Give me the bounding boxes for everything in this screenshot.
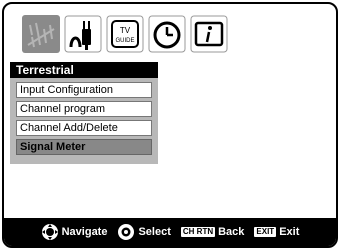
hint-back: CH RTN Back xyxy=(180,226,245,238)
info-icon xyxy=(190,15,228,53)
menu-item-channel-add-delete[interactable]: Channel Add/Delete xyxy=(16,120,152,136)
hint-select: Select xyxy=(117,223,171,241)
tab-antenna[interactable] xyxy=(22,15,60,53)
select-label: Select xyxy=(138,226,171,238)
menu-item-channel-program[interactable]: Channel program xyxy=(16,101,152,117)
antenna-icon xyxy=(22,15,60,53)
navigate-label: Navigate xyxy=(61,226,108,238)
select-button-icon xyxy=(118,224,135,240)
tab-clock[interactable] xyxy=(148,15,186,53)
exit-key-icon: EXIT xyxy=(254,227,277,237)
tab-info[interactable] xyxy=(190,15,228,53)
clock-icon xyxy=(148,15,186,53)
tv-guide-icon: TV GUIDE xyxy=(106,15,144,53)
tv-menu-frame: TV GUIDE Terrestrial Input Configuration… xyxy=(2,2,338,248)
plug-icon xyxy=(64,15,102,53)
tab-tv-guide[interactable]: TV GUIDE xyxy=(106,15,144,53)
footer-hints: Navigate Select CH RTN Back EXIT Exit xyxy=(4,218,336,246)
exit-label: Exit xyxy=(279,226,300,238)
menu-item-signal-meter[interactable]: Signal Meter xyxy=(16,139,152,155)
tv-guide-label-bottom: GUIDE xyxy=(115,38,134,44)
menu-title: Terrestrial xyxy=(10,62,158,78)
back-label: Back xyxy=(218,226,245,238)
menu-tabs: TV GUIDE xyxy=(22,15,228,53)
menu-list: Input Configuration Channel program Chan… xyxy=(10,78,158,164)
tv-guide-label-top: TV xyxy=(120,26,131,35)
tab-plug[interactable] xyxy=(64,15,102,53)
ch-rtn-key-icon: CH RTN xyxy=(180,227,216,237)
hint-exit: EXIT Exit xyxy=(254,226,299,238)
menu-item-input-configuration[interactable]: Input Configuration xyxy=(16,82,152,98)
hint-navigate: Navigate xyxy=(41,223,108,241)
navigate-dpad-icon xyxy=(41,224,58,240)
